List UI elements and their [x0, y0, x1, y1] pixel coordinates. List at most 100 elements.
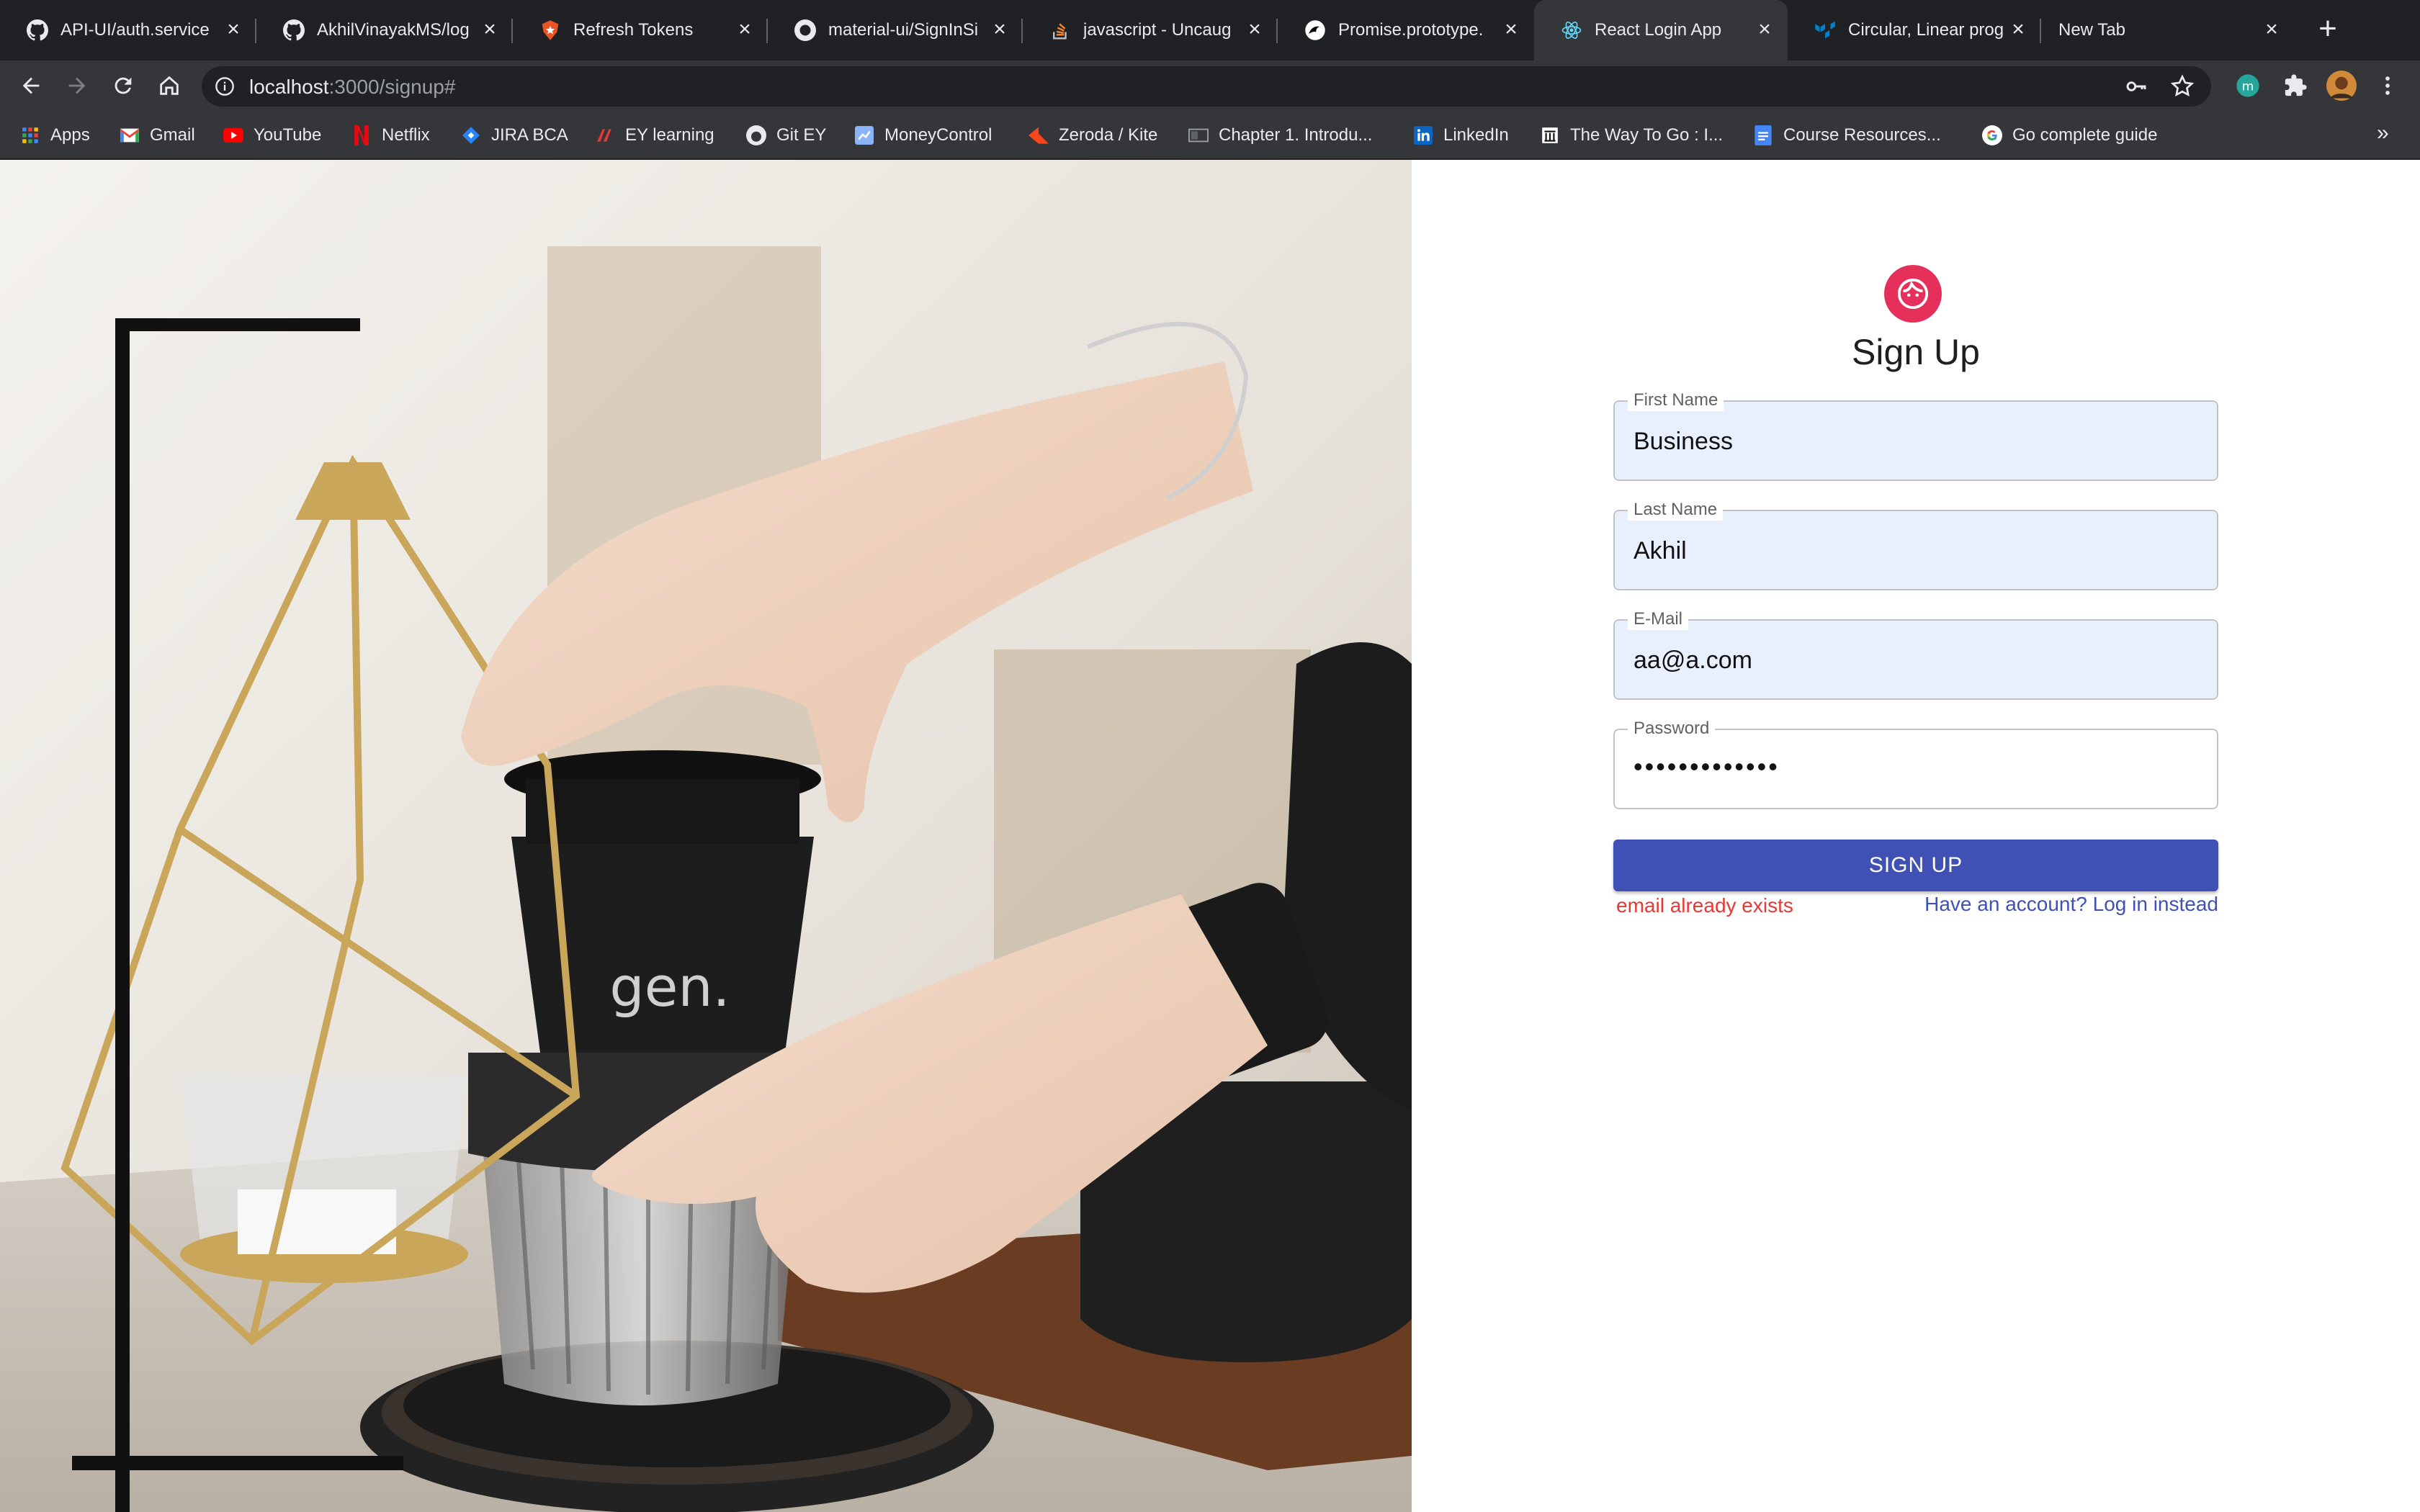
bookmark-gmail[interactable]: Gmail: [120, 123, 195, 148]
bookmark-star-icon[interactable]: [2169, 73, 2195, 99]
hero-image: gen.: [0, 160, 1412, 1512]
reload-icon: [115, 77, 132, 94]
password-label: Password: [1628, 718, 1716, 739]
puzzle-icon: [2285, 74, 2307, 96]
close-tab-icon[interactable]: ×: [223, 19, 243, 40]
bookmark-ey-learning[interactable]: EY learning: [595, 123, 714, 148]
tab-refresh-tokens[interactable]: Refresh Tokens ×: [513, 0, 768, 60]
tab-stackoverflow[interactable]: javascript - Uncaug ×: [1023, 0, 1278, 60]
first-name-label: First Name: [1628, 390, 1724, 411]
url-text[interactable]: localhost:3000/signup#: [249, 76, 455, 99]
email-field[interactable]: E-Mail aa@a.com: [1613, 608, 2218, 700]
svg-text:m: m: [2242, 79, 2254, 94]
bookmark-go-complete-guide[interactable]: Go complete guide: [1982, 123, 2157, 148]
tab-title: Circular, Linear prog: [1848, 20, 2004, 40]
bookmark-netflix[interactable]: Netflix: [351, 123, 430, 148]
bookmark-label: EY learning: [625, 125, 714, 145]
reload-button[interactable]: [107, 69, 140, 102]
bookmark-label: Zeroda / Kite: [1059, 125, 1158, 145]
tab-akhil-repo[interactable]: AkhilVinayakMS/log ×: [256, 0, 513, 60]
mdn-icon: [1304, 19, 1327, 42]
tab-title: material-ui/SignInSi: [828, 20, 979, 40]
more-bookmarks-button[interactable]: »: [2377, 121, 2389, 145]
close-tab-icon[interactable]: ×: [735, 19, 755, 40]
linkedin-icon: [1413, 125, 1433, 145]
google-icon: [1982, 125, 2002, 145]
key-icon[interactable]: [2125, 75, 2148, 98]
bookmark-label: Netflix: [382, 125, 430, 145]
bookmark-course-resources[interactable]: Course Resources...: [1753, 123, 1941, 148]
first-name-value[interactable]: Business: [1634, 428, 1733, 456]
email-label: E-Mail: [1628, 608, 1689, 630]
password-value[interactable]: •••••••••••••: [1634, 752, 1780, 782]
library-icon: [1540, 125, 1560, 145]
bookmark-jira[interactable]: JIRA BCA: [461, 123, 568, 148]
bookmark-the-way-to-go[interactable]: The Way To Go : I...: [1540, 123, 1723, 148]
close-tab-icon[interactable]: ×: [1245, 19, 1265, 40]
close-tab-icon[interactable]: ×: [990, 19, 1010, 40]
tab-circular-progress[interactable]: Circular, Linear prog ×: [1788, 0, 2041, 60]
github-icon: [794, 19, 817, 42]
email-value[interactable]: aa@a.com: [1634, 647, 1752, 675]
signup-avatar: [1884, 265, 1942, 323]
home-button[interactable]: [153, 69, 186, 102]
last-name-value[interactable]: Akhil: [1634, 537, 1687, 565]
bookmark-label: Git EY: [776, 125, 827, 145]
address-bar[interactable]: localhost:3000/signup#: [202, 66, 2211, 107]
tab-mdn-promise[interactable]: Promise.prototype. ×: [1278, 0, 1534, 60]
netflix-icon: [351, 125, 372, 145]
sign-up-button[interactable]: SIGN UP: [1613, 840, 2218, 891]
tab-title: javascript - Uncaug: [1083, 20, 1232, 40]
bookmark-label: Gmail: [150, 125, 195, 145]
close-tab-icon[interactable]: ×: [1754, 19, 1775, 40]
forward-button[interactable]: [60, 69, 94, 102]
tab-material-ui[interactable]: material-ui/SignInSi ×: [768, 0, 1023, 60]
tab-strip: API-UI/auth.service × AkhilVinayakMS/log…: [0, 0, 2420, 60]
back-button[interactable]: [14, 69, 48, 102]
tab-react-login-app[interactable]: React Login App ×: [1534, 0, 1788, 60]
ey-icon: [595, 125, 615, 145]
bookmark-chapter-1[interactable]: Chapter 1. Introdu...: [1188, 123, 1372, 148]
bookmark-label: Chapter 1. Introdu...: [1219, 125, 1373, 145]
apps-grid-icon: [20, 125, 40, 145]
site-info-icon[interactable]: [215, 76, 235, 96]
docs-icon: [1753, 125, 1773, 145]
bookmark-linkedin[interactable]: LinkedIn: [1413, 123, 1509, 148]
profile-avatar[interactable]: [2325, 69, 2358, 102]
close-tab-icon[interactable]: ×: [1501, 19, 1521, 40]
bookmark-git-ey[interactable]: Git EY: [746, 123, 826, 148]
tab-auth-service[interactable]: API-UI/auth.service ×: [0, 0, 256, 60]
kebab-menu-icon: [2385, 76, 2390, 95]
tab-new-tab[interactable]: New Tab ×: [2041, 0, 2295, 60]
close-tab-icon[interactable]: ×: [2008, 19, 2028, 40]
kite-icon: [1028, 125, 1049, 145]
login-link[interactable]: Have an account? Log in instead: [1924, 893, 2218, 916]
bookmark-label: YouTube: [254, 125, 322, 145]
first-name-field[interactable]: First Name Business: [1613, 390, 2218, 481]
bookmark-youtube[interactable]: YouTube: [223, 123, 321, 148]
bookmark-zeroda-kite[interactable]: Zeroda / Kite: [1028, 123, 1157, 148]
gmail-icon: [120, 125, 140, 145]
extension-m-icon: m: [2236, 74, 2259, 97]
browser-toolbar: localhost:3000/signup# m: [0, 60, 2420, 111]
last-name-field[interactable]: Last Name Akhil: [1613, 499, 2218, 590]
extensions-button[interactable]: [2279, 69, 2312, 102]
moneycontrol-icon: [854, 125, 874, 145]
profile-avatar-icon: [2326, 71, 2357, 101]
new-tab-button[interactable]: +: [2312, 13, 2344, 46]
face-icon: [1897, 278, 1929, 310]
error-message: email already exists: [1616, 894, 1793, 917]
bookmark-apps[interactable]: Apps: [20, 123, 90, 148]
close-tab-icon[interactable]: ×: [2262, 19, 2282, 40]
close-tab-icon[interactable]: ×: [480, 19, 500, 40]
auth0-icon: [539, 19, 562, 42]
tab-title: Promise.prototype.: [1338, 20, 1484, 40]
extension-m-button[interactable]: m: [2231, 69, 2264, 102]
bookmark-moneycontrol[interactable]: MoneyControl: [854, 123, 992, 148]
youtube-icon: [223, 125, 243, 145]
github-icon: [746, 125, 766, 145]
browser-menu-button[interactable]: [2371, 69, 2404, 102]
react-icon: [1560, 19, 1583, 42]
password-field[interactable]: Password •••••••••••••: [1613, 718, 2218, 809]
book-icon: [1188, 125, 1209, 145]
